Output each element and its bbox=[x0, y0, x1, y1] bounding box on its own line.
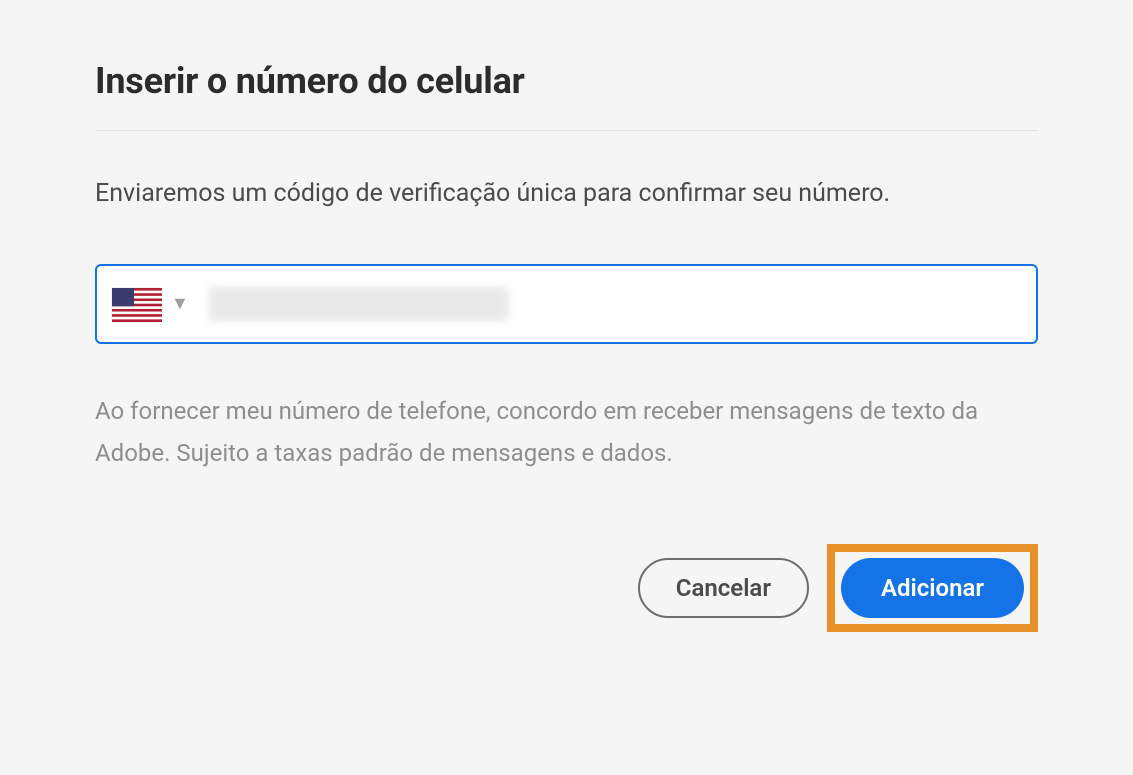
country-code-selector[interactable]: ▼ bbox=[111, 287, 199, 321]
divider bbox=[95, 130, 1038, 131]
phone-input[interactable]: ▼ bbox=[95, 264, 1038, 344]
highlight-box: Adicionar bbox=[827, 544, 1038, 632]
dialog-title: Inserir o número do celular bbox=[95, 60, 1038, 102]
add-button[interactable]: Adicionar bbox=[841, 558, 1024, 618]
disclaimer-text: Ao fornecer meu número de telefone, conc… bbox=[95, 390, 1038, 474]
flag-us-icon bbox=[111, 287, 161, 321]
dialog-button-row: Cancelar Adicionar bbox=[95, 544, 1038, 632]
phone-entry-dialog: Inserir o número do celular Enviaremos u… bbox=[95, 60, 1038, 632]
dialog-description: Enviaremos um código de verificação únic… bbox=[95, 175, 1038, 214]
cancel-button[interactable]: Cancelar bbox=[638, 558, 809, 618]
chevron-down-icon: ▼ bbox=[171, 293, 189, 314]
phone-number-value bbox=[209, 287, 509, 321]
